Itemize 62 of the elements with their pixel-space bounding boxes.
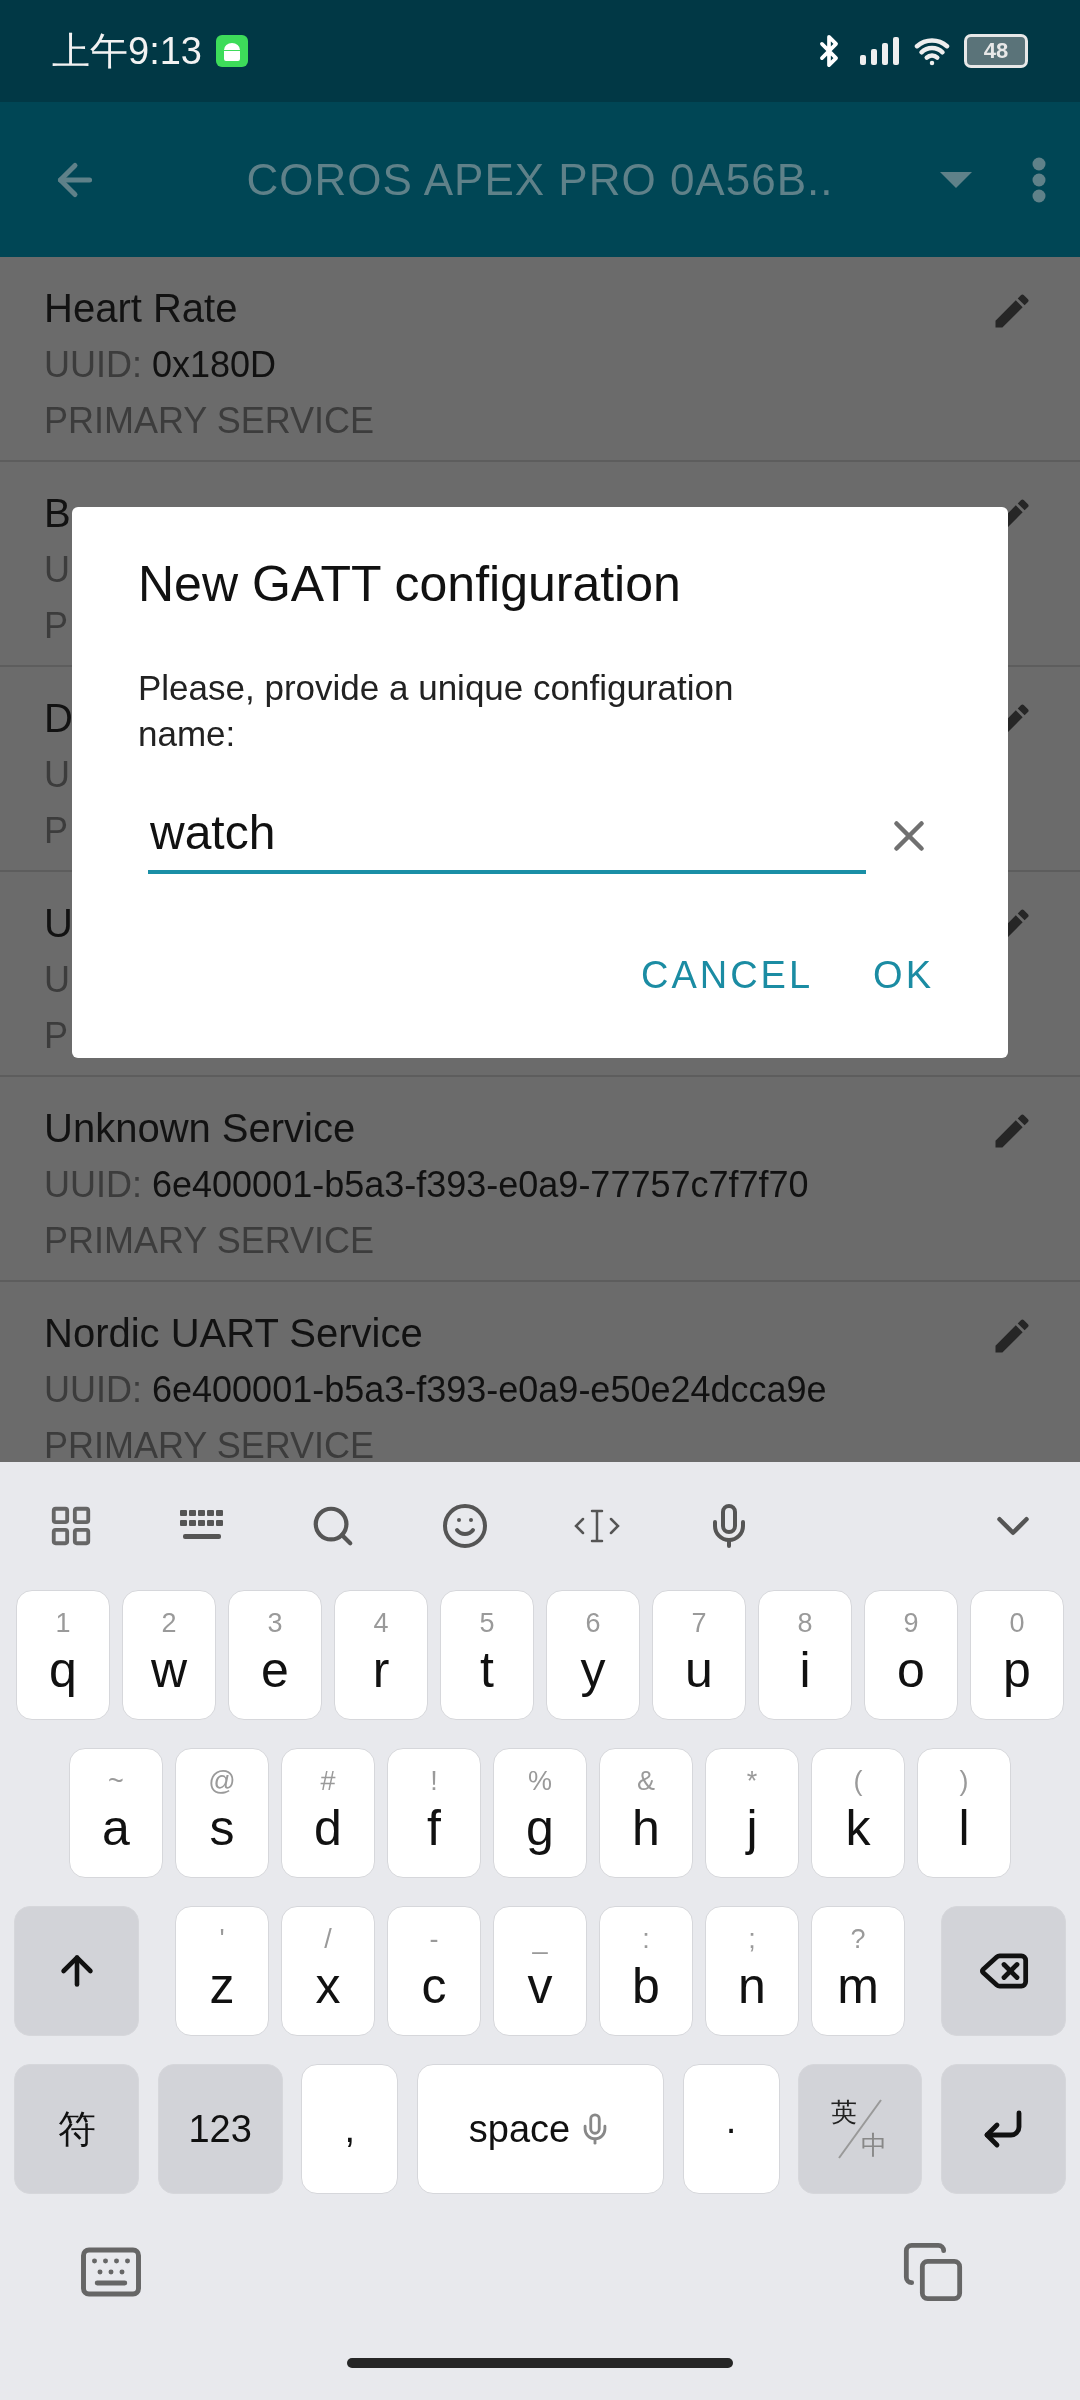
keyboard-key[interactable]: ( k: [811, 1748, 905, 1878]
clipboard-icon[interactable]: [901, 2240, 965, 2304]
keyboard-key[interactable]: ' z: [175, 1906, 269, 2036]
key-label: 中: [861, 2129, 888, 2162]
android-icon: [215, 35, 248, 67]
keyboard-key[interactable]: 4 r: [334, 1590, 428, 1720]
space-label: space: [468, 2107, 571, 2151]
emoji-icon[interactable]: [441, 1502, 489, 1550]
dropdown-button[interactable]: [940, 171, 972, 188]
dialog-button[interactable]: CANCEL: [640, 950, 814, 1001]
enter-key[interactable]: [940, 2064, 1066, 2194]
language-key[interactable]: 英 中: [798, 2064, 923, 2194]
space-key[interactable]: space: [416, 2064, 664, 2194]
keyboard-key[interactable]: # d: [281, 1748, 375, 1878]
signal-icon: [860, 37, 900, 65]
dialog-button[interactable]: OK: [873, 950, 934, 1001]
keyboard-key[interactable]: 123: [157, 2064, 283, 2194]
key-label: 英: [831, 2096, 858, 2129]
uuid-value: 6e400001-b5a3-f393-e0a9-e50e24dcca9e: [152, 1368, 827, 1412]
keyboard-key[interactable]: ? m: [811, 1906, 905, 2036]
service-name: Heart Rate: [44, 285, 238, 332]
keyboard-key[interactable]: _ v: [493, 1906, 587, 2036]
service-name: U: [44, 900, 73, 947]
service-name: Unknown Service: [44, 1105, 356, 1152]
dialog-message: Please, provide a unique configuration name:: [138, 667, 735, 755]
keyboard-key[interactable]: ) l: [917, 1748, 1011, 1878]
keyboard-key[interactable]: 0 p: [970, 1590, 1064, 1720]
keyboard-key[interactable]: * j: [705, 1748, 799, 1878]
keyboard-key[interactable]: 8 i: [758, 1590, 852, 1720]
dropdown-triangle-icon: [940, 171, 972, 188]
keyboard-key[interactable]: 符: [14, 2064, 139, 2194]
keyboard-key[interactable]: ! f: [387, 1748, 481, 1878]
keyboard-key[interactable]: @ s: [175, 1748, 269, 1878]
device-title: COROS APEX PRO 0A56B..: [245, 154, 835, 205]
uuid-value: 0x180D: [152, 343, 277, 387]
keyboard-key[interactable]: 9 o: [864, 1590, 958, 1720]
dialog-title: New GATT configuration: [138, 555, 681, 613]
service-name: B: [44, 490, 71, 537]
keyboard-key[interactable]: ~ a: [69, 1748, 163, 1878]
backspace-key[interactable]: [941, 1906, 1066, 2036]
keyboard-key[interactable]: / x: [281, 1906, 375, 2036]
service-name: D: [44, 695, 73, 742]
battery-icon: 48: [964, 34, 1028, 68]
uuid-value: 6e400001-b5a3-f393-e0a9-77757c7f7f70: [152, 1163, 809, 1207]
keyboard-key[interactable]: % g: [493, 1748, 587, 1878]
keyboard-key[interactable]: & h: [599, 1748, 693, 1878]
keyboard-key[interactable]: 1 q: [16, 1590, 110, 1720]
status-time: 上午9:13: [52, 28, 202, 74]
more-menu-icon: [1032, 156, 1046, 203]
more-menu-button[interactable]: [1032, 156, 1046, 203]
keyboard-key[interactable]: ; n: [705, 1906, 799, 2036]
name-input-field[interactable]: watch: [148, 797, 866, 874]
keyboard-key[interactable]: 3 e: [228, 1590, 322, 1720]
service-name: Nordic UART Service: [44, 1310, 423, 1357]
keyboard-key[interactable]: - c: [387, 1906, 481, 2036]
keyboard-key[interactable]: : b: [599, 1906, 693, 2036]
keyboard-key[interactable]: ·: [682, 2064, 780, 2194]
keyboard-key[interactable]: 5 t: [440, 1590, 534, 1720]
keyboard-key[interactable]: 6 y: [546, 1590, 640, 1720]
keyboard-key[interactable]: 2 w: [122, 1590, 216, 1720]
keyboard-key[interactable]: ,: [301, 2064, 399, 2194]
keyboard-key[interactable]: 7 u: [652, 1590, 746, 1720]
